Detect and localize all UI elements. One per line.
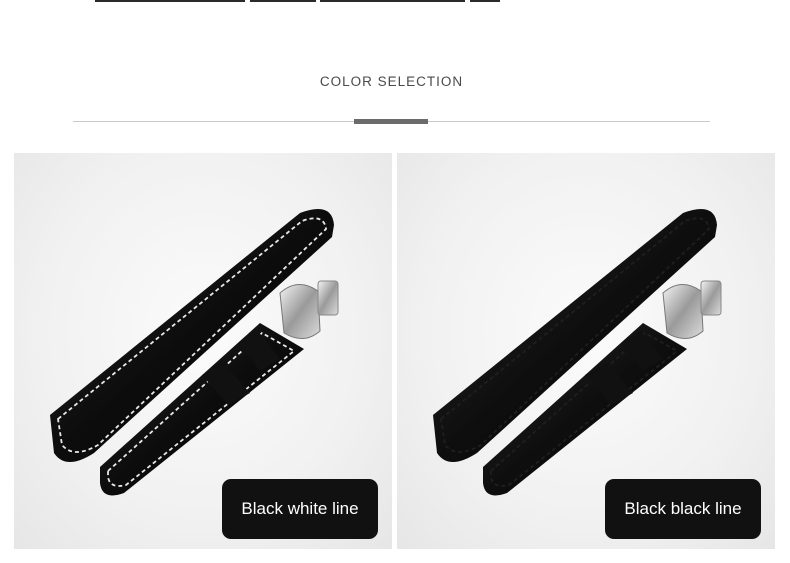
color-option-black-black-line[interactable]: Black black line [397,153,775,549]
option-label: Black white line [222,479,378,539]
option-label: Black black line [605,479,761,539]
color-option-black-white-line[interactable]: Black white line [14,153,392,549]
divider-accent [354,119,428,124]
top-edge-strip [0,0,790,3]
section-title: COLOR SELECTION [319,74,464,89]
